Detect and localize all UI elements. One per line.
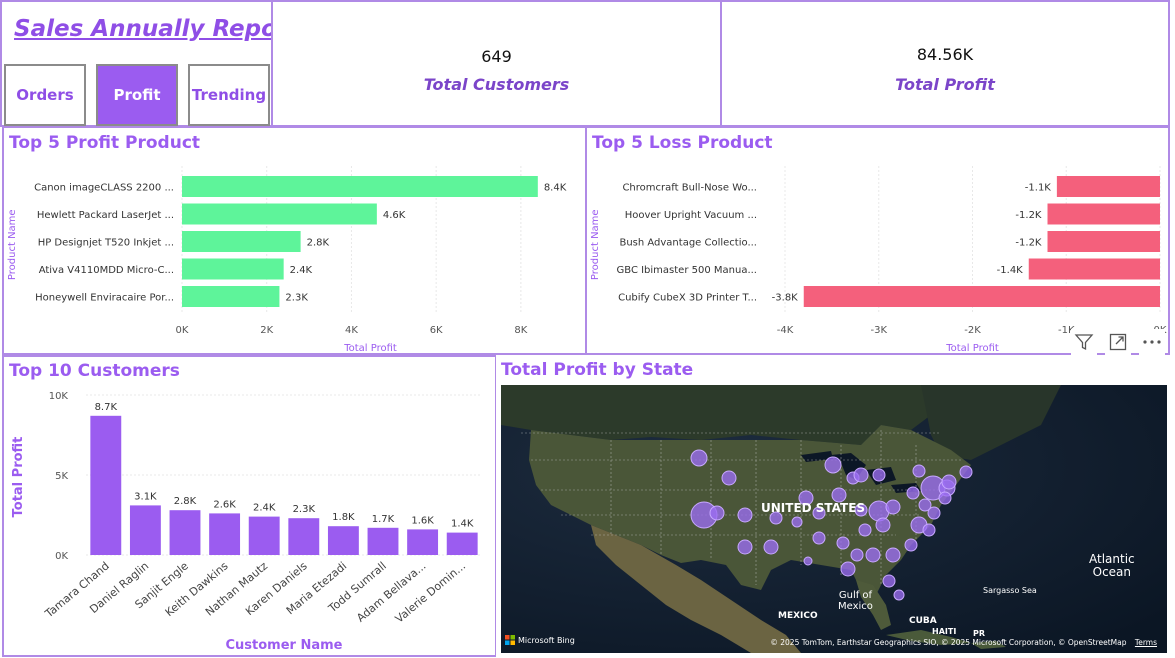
bar (209, 513, 241, 555)
category-label: Hoover Upright Vacuum ... (625, 210, 757, 221)
category-label: GBC Ibimaster 500 Manua... (617, 265, 757, 276)
filter-icon[interactable] (1071, 329, 1097, 355)
data-label: 2.4K (253, 503, 276, 514)
x-axis-title: Customer Name (226, 638, 343, 653)
category-label: Bush Advantage Collectio... (619, 238, 757, 249)
data-label: 1.8K (332, 512, 355, 523)
x-axis-title: Total Profit (945, 343, 999, 353)
top-customers-chart: 0K 5K 10K Total Profit Customer Name 8.7K Tama… (11, 391, 482, 653)
data-label: 2.3K (293, 504, 316, 515)
bar (182, 203, 377, 225)
bar (248, 516, 280, 555)
x-tick-label: -3K (870, 325, 887, 336)
map-visual-frame (496, 355, 1170, 657)
category-label: Canon imageCLASS 2200 ... (34, 183, 174, 194)
total-profit-card: 84.56K Total Profit (720, 0, 1170, 127)
data-label: 1.4K (451, 519, 474, 530)
category-label: Honeywell Enviracaire Por... (35, 293, 174, 304)
data-label: 8.7K (95, 402, 118, 413)
data-label: -1.2K (1015, 238, 1042, 249)
bar (129, 505, 161, 555)
x-tick-label: 0K (176, 325, 189, 336)
nav-profit-button[interactable]: Profit (96, 64, 178, 126)
bar (407, 529, 439, 555)
top-customers-visual[interactable]: Top 10 Customers 0K 5K 10K Total Profit Cust… (2, 355, 497, 657)
bar (446, 532, 478, 555)
focus-mode-icon[interactable] (1105, 329, 1131, 355)
data-label: 2.8K (174, 496, 197, 507)
x-tick-label: -4K (777, 325, 794, 336)
total-customers-label: Total Customers (423, 75, 570, 94)
data-label: -1.2K (1015, 210, 1042, 221)
bar (1028, 258, 1160, 280)
x-tick-label: -2K (964, 325, 981, 336)
x-tick-label: 2K (260, 325, 273, 336)
more-options-icon[interactable] (1139, 329, 1165, 355)
data-label: 2.6K (213, 499, 236, 510)
y-tick-label: 5K (55, 471, 68, 482)
category-label: Adam Bellava... (354, 559, 428, 624)
data-label: -1.1K (1025, 183, 1052, 194)
data-label: 2.3K (285, 293, 308, 304)
category-label: HP Designjet T520 Inkjet ... (38, 238, 174, 249)
category-label: Hewlett Packard LaserJet ... (37, 210, 174, 221)
data-label: 8.4K (544, 183, 567, 194)
x-tick-label: 4K (345, 325, 358, 336)
bar (1047, 231, 1160, 252)
total-customers-card: 649 Total Customers (271, 0, 722, 127)
category-label: Cubify CubeX 3D Printer T... (618, 293, 757, 304)
bar (182, 258, 284, 280)
category-label: Valerie Domin... (393, 559, 468, 625)
y-tick-label: 10K (49, 391, 69, 402)
y-tick-label: 0K (55, 551, 68, 562)
loss-product-chart: -4K-3K-2K-1K0KTotal ProfitProduct NameCh… (590, 166, 1167, 353)
y-axis-title: Total Profit (11, 437, 26, 518)
nav-trending-button[interactable]: Trending (188, 64, 270, 126)
bar (169, 510, 201, 555)
data-label: -3.8K (772, 293, 799, 304)
data-label: 3.1K (134, 491, 157, 502)
data-label: 2.8K (307, 238, 330, 249)
data-label: 4.6K (383, 210, 406, 221)
total-customers-value: 649 (481, 47, 512, 66)
data-label: 1.6K (411, 515, 434, 526)
category-label: Tamara Chand (42, 559, 112, 621)
data-label: 2.4K (290, 265, 313, 276)
data-label: -1.4K (997, 265, 1024, 276)
x-tick-label: 6K (430, 325, 443, 336)
bar (803, 286, 1160, 307)
x-axis-title: Total Profit (343, 343, 397, 353)
bar (327, 526, 359, 555)
bar (288, 518, 320, 555)
top-loss-product-visual[interactable]: Top 5 Loss Product -4K-3K-2K-1K0KTotal P… (585, 126, 1170, 355)
x-tick-label: 8K (514, 325, 527, 336)
data-label: 1.7K (372, 514, 395, 525)
bar (182, 176, 538, 197)
nav-orders-button[interactable]: Orders (4, 64, 86, 126)
profit-product-chart: 0K 2K 4K 6K 8K Total Profit Product Name Canon … (7, 166, 567, 353)
bar (90, 415, 122, 555)
total-profit-value: 84.56K (916, 45, 974, 64)
bar (367, 527, 399, 555)
category-label: Chromcraft Bull-Nose Wo... (622, 183, 757, 194)
bar (1047, 203, 1160, 225)
bar (182, 231, 301, 252)
report-title-link[interactable]: Sales Annually Report (14, 16, 299, 42)
total-profit-label: Total Profit (895, 75, 995, 94)
bar (182, 286, 280, 307)
category-label: Ativa V4110MDD Micro-C... (39, 265, 174, 276)
top-profit-product-visual[interactable]: Top 5 Profit Product 0K 2K 4K 6K 8K Total Pro… (2, 126, 587, 355)
y-axis-title: Product Name (7, 209, 18, 280)
bar (1056, 176, 1160, 197)
y-axis-title: Product Name (590, 209, 601, 280)
